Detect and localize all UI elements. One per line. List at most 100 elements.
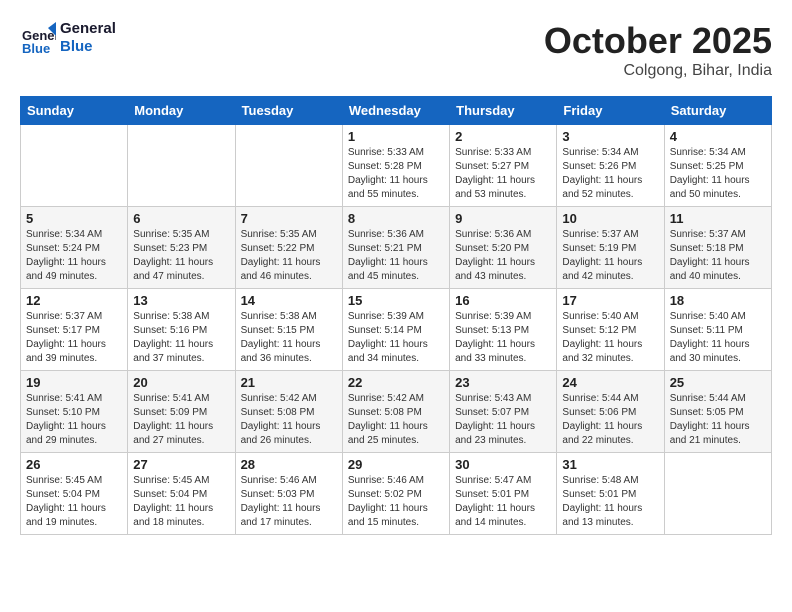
calendar-cell: 24 Sunrise: 5:44 AM Sunset: 5:06 PM Dayli… xyxy=(557,371,664,453)
day-info: Sunrise: 5:37 AM Sunset: 5:19 PM Dayligh… xyxy=(562,228,658,284)
calendar-cell: 18 Sunrise: 5:40 AM Sunset: 5:11 PM Dayli… xyxy=(664,289,771,371)
calendar-cell: 26Sunrise: 5:45 AM Sunset: 5:04 PM Dayli… xyxy=(21,453,128,535)
day-number: 10 xyxy=(562,211,658,226)
weekday-row: SundayMondayTuesdayWednesdayThursdayFrid… xyxy=(21,97,772,125)
day-info: Sunrise: 5:37 AM Sunset: 5:18 PM Dayligh… xyxy=(670,228,766,284)
calendar-cell: 31Sunrise: 5:48 AM Sunset: 5:01 PM Dayli… xyxy=(557,453,664,535)
day-number: 16 xyxy=(455,293,551,308)
logo-line1: General xyxy=(60,20,116,38)
day-number: 1 xyxy=(348,129,444,144)
page-header: General Blue General Blue October 2025 C… xyxy=(20,20,772,80)
day-info: Sunrise: 5:34 AM Sunset: 5:26 PM Dayligh… xyxy=(562,146,658,202)
day-info: Sunrise: 5:33 AM Sunset: 5:28 PM Dayligh… xyxy=(348,146,444,202)
day-info: Sunrise: 5:38 AM Sunset: 5:15 PM Dayligh… xyxy=(241,310,337,366)
week-row: 26 Sunrise: 5:45 AM Sunset: 5:04 PM Dayli… xyxy=(21,453,772,535)
weekday-header-wednesday: Wednesday xyxy=(342,97,449,125)
calendar-cell: 22Sunrise: 5:42 AM Sunset: 5:08 PM Dayli… xyxy=(342,371,449,453)
day-info: Sunrise: 5:41 AM Sunset: 5:10 PM Dayligh… xyxy=(26,392,122,448)
day-number: 13 xyxy=(133,293,229,308)
day-number: 11 xyxy=(670,211,766,226)
calendar-cell xyxy=(664,453,771,535)
weekday-header-saturday: Saturday xyxy=(664,97,771,125)
calendar-cell: 10 Sunrise: 5:37 AM Sunset: 5:19 PM Dayli… xyxy=(557,207,664,289)
day-number: 12 xyxy=(26,293,122,308)
calendar-cell: 21 Sunrise: 5:42 AM Sunset: 5:08 PM Dayli… xyxy=(235,371,342,453)
day-number: 21 xyxy=(241,375,337,390)
calendar-cell: 2 Sunrise: 5:33 AM Sunset: 5:27 PM Daylig… xyxy=(450,125,557,207)
svg-text:Blue: Blue xyxy=(22,41,50,56)
day-number: 24 xyxy=(562,375,658,390)
day-info: Sunrise: 5:44 AM Sunset: 5:06 PM Dayligh… xyxy=(562,392,658,448)
weekday-header-thursday: Thursday xyxy=(450,97,557,125)
day-info: Sunrise: 5:33 AM Sunset: 5:27 PM Dayligh… xyxy=(455,146,551,202)
day-info: Sunrise: 5:42 AM Sunset: 5:08 PM Dayligh… xyxy=(348,392,444,448)
calendar-table: SundayMondayTuesdayWednesdayThursdayFrid… xyxy=(20,96,772,535)
calendar-header: SundayMondayTuesdayWednesdayThursdayFrid… xyxy=(21,97,772,125)
day-info: Sunrise: 5:43 AM Sunset: 5:07 PM Dayligh… xyxy=(455,392,551,448)
calendar-cell: 27Sunrise: 5:45 AM Sunset: 5:04 PM Dayli… xyxy=(128,453,235,535)
calendar-cell: 23Sunrise: 5:43 AM Sunset: 5:07 PM Dayli… xyxy=(450,371,557,453)
calendar-cell: 29Sunrise: 5:46 AM Sunset: 5:02 PM Dayli… xyxy=(342,453,449,535)
calendar-cell: 30 Sunrise: 5:47 AM Sunset: 5:01 PM Dayli… xyxy=(450,453,557,535)
day-number: 7 xyxy=(241,211,337,226)
day-number: 6 xyxy=(133,211,229,226)
day-number: 8 xyxy=(348,211,444,226)
day-info: Sunrise: 5:37 AM Sunset: 5:17 PM Dayligh… xyxy=(26,310,122,366)
day-number: 4 xyxy=(670,129,766,144)
calendar-cell: 6 Sunrise: 5:35 AM Sunset: 5:23 PM Daylig… xyxy=(128,207,235,289)
day-info: Sunrise: 5:39 AM Sunset: 5:13 PM Dayligh… xyxy=(455,310,551,366)
calendar-cell: 5Sunrise: 5:34 AM Sunset: 5:24 PM Daylig… xyxy=(21,207,128,289)
day-info: Sunrise: 5:45 AM Sunset: 5:04 PM Dayligh… xyxy=(133,474,229,530)
week-row: 12 Sunrise: 5:37 AM Sunset: 5:17 PM Dayli… xyxy=(21,289,772,371)
day-number: 15 xyxy=(348,293,444,308)
calendar-cell: 28Sunrise: 5:46 AM Sunset: 5:03 PM Dayli… xyxy=(235,453,342,535)
day-number: 28 xyxy=(241,457,337,472)
location: Colgong, Bihar, India xyxy=(544,62,772,80)
day-number: 2 xyxy=(455,129,551,144)
day-info: Sunrise: 5:46 AM Sunset: 5:02 PM Dayligh… xyxy=(348,474,444,530)
calendar-cell: 1 Sunrise: 5:33 AM Sunset: 5:28 PM Daylig… xyxy=(342,125,449,207)
calendar-cell: 13 Sunrise: 5:38 AM Sunset: 5:16 PM Dayli… xyxy=(128,289,235,371)
day-number: 30 xyxy=(455,457,551,472)
day-number: 18 xyxy=(670,293,766,308)
calendar-cell: 20Sunrise: 5:41 AM Sunset: 5:09 PM Dayli… xyxy=(128,371,235,453)
day-info: Sunrise: 5:35 AM Sunset: 5:23 PM Dayligh… xyxy=(133,228,229,284)
logo-line2: Blue xyxy=(60,38,116,56)
weekday-header-tuesday: Tuesday xyxy=(235,97,342,125)
week-row: 1 Sunrise: 5:33 AM Sunset: 5:28 PM Daylig… xyxy=(21,125,772,207)
calendar-cell: 15Sunrise: 5:39 AM Sunset: 5:14 PM Dayli… xyxy=(342,289,449,371)
calendar-cell: 12 Sunrise: 5:37 AM Sunset: 5:17 PM Dayli… xyxy=(21,289,128,371)
title-block: October 2025 Colgong, Bihar, India xyxy=(544,20,772,80)
logo: General Blue General Blue xyxy=(20,20,116,56)
calendar-cell: 7 Sunrise: 5:35 AM Sunset: 5:22 PM Daylig… xyxy=(235,207,342,289)
weekday-header-monday: Monday xyxy=(128,97,235,125)
day-info: Sunrise: 5:38 AM Sunset: 5:16 PM Dayligh… xyxy=(133,310,229,366)
day-number: 14 xyxy=(241,293,337,308)
weekday-header-friday: Friday xyxy=(557,97,664,125)
weekday-header-sunday: Sunday xyxy=(21,97,128,125)
day-info: Sunrise: 5:48 AM Sunset: 5:01 PM Dayligh… xyxy=(562,474,658,530)
day-info: Sunrise: 5:36 AM Sunset: 5:21 PM Dayligh… xyxy=(348,228,444,284)
calendar-cell xyxy=(21,125,128,207)
calendar-cell: 4 Sunrise: 5:34 AM Sunset: 5:25 PM Daylig… xyxy=(664,125,771,207)
logo-icon: General Blue xyxy=(20,20,56,56)
calendar-cell: 17Sunrise: 5:40 AM Sunset: 5:12 PM Dayli… xyxy=(557,289,664,371)
calendar-cell: 9Sunrise: 5:36 AM Sunset: 5:20 PM Daylig… xyxy=(450,207,557,289)
day-number: 9 xyxy=(455,211,551,226)
day-number: 26 xyxy=(26,457,122,472)
calendar-cell: 16 Sunrise: 5:39 AM Sunset: 5:13 PM Dayli… xyxy=(450,289,557,371)
calendar-cell xyxy=(128,125,235,207)
day-info: Sunrise: 5:34 AM Sunset: 5:25 PM Dayligh… xyxy=(670,146,766,202)
day-info: Sunrise: 5:40 AM Sunset: 5:12 PM Dayligh… xyxy=(562,310,658,366)
day-info: Sunrise: 5:41 AM Sunset: 5:09 PM Dayligh… xyxy=(133,392,229,448)
day-info: Sunrise: 5:42 AM Sunset: 5:08 PM Dayligh… xyxy=(241,392,337,448)
calendar-cell xyxy=(235,125,342,207)
day-info: Sunrise: 5:44 AM Sunset: 5:05 PM Dayligh… xyxy=(670,392,766,448)
calendar-cell: 8 Sunrise: 5:36 AM Sunset: 5:21 PM Daylig… xyxy=(342,207,449,289)
day-info: Sunrise: 5:35 AM Sunset: 5:22 PM Dayligh… xyxy=(241,228,337,284)
day-info: Sunrise: 5:47 AM Sunset: 5:01 PM Dayligh… xyxy=(455,474,551,530)
week-row: 19Sunrise: 5:41 AM Sunset: 5:10 PM Dayli… xyxy=(21,371,772,453)
day-info: Sunrise: 5:40 AM Sunset: 5:11 PM Dayligh… xyxy=(670,310,766,366)
calendar-cell: 19Sunrise: 5:41 AM Sunset: 5:10 PM Dayli… xyxy=(21,371,128,453)
day-number: 3 xyxy=(562,129,658,144)
